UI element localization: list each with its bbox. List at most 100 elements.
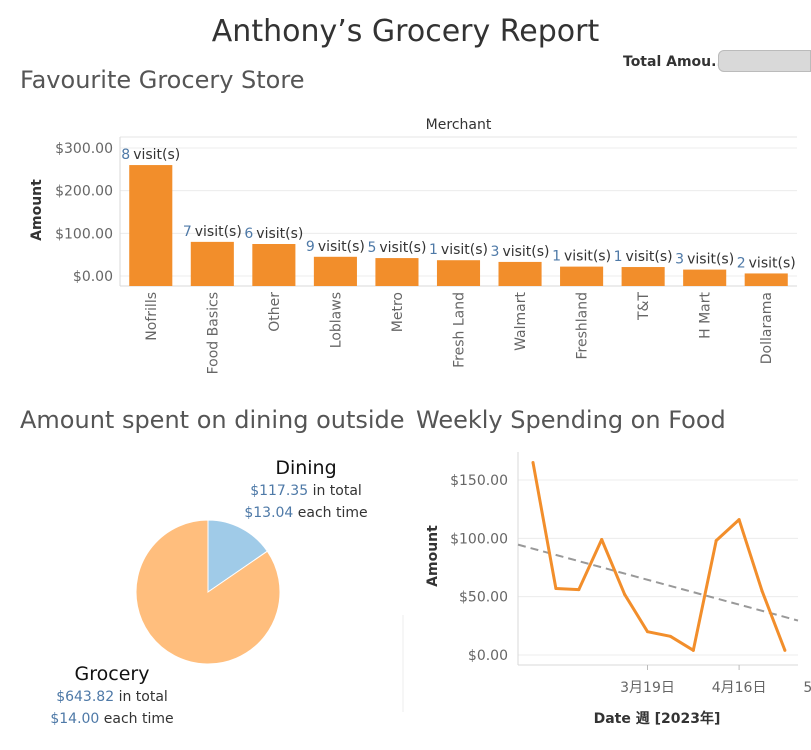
x-tick-label: Dollarama [759, 292, 775, 364]
data-point [600, 538, 604, 541]
visit-suffix: visit(s) [133, 147, 180, 163]
y-tick-label: $300.00 [55, 141, 113, 157]
x-tick-label: Food Basics [205, 292, 221, 374]
y-tick-label: $100.00 [55, 226, 113, 242]
grocery-name: Grocery [74, 663, 150, 685]
bar [252, 244, 296, 286]
data-point [737, 518, 741, 522]
bar [560, 266, 604, 286]
data-point [714, 539, 718, 543]
grocery-each-suffix: each time [103, 711, 174, 727]
weekly-spending-line [531, 462, 787, 652]
grocery-each-value: $14.00 [50, 711, 100, 727]
bar [744, 273, 788, 286]
data-point [783, 648, 787, 652]
y-tick-label: $150.00 [450, 473, 508, 489]
dining-name: Dining [275, 457, 337, 479]
visit-suffix: visit(s) [256, 226, 303, 242]
bar-data-label: 6 visit(s) [244, 226, 303, 242]
visit-suffix: visit(s) [379, 240, 426, 256]
y-tick-label: $0.00 [468, 648, 508, 664]
bar-data-label: 1 visit(s) [614, 249, 673, 265]
visit-count: 6 [244, 226, 253, 242]
y-axis-title: Amount [425, 525, 441, 587]
visit-count: 1 [429, 242, 438, 258]
dining-section-title: Amount spent on dining outside [20, 406, 405, 434]
data-point [668, 634, 672, 638]
y-tick-label: $100.00 [450, 531, 508, 547]
dining-total-suffix: in total [312, 483, 362, 499]
x-tick-label: Freshland [575, 292, 591, 360]
bar-data-label: 1 visit(s) [429, 242, 488, 258]
bar-data-label: 1 visit(s) [552, 249, 611, 265]
dining-total-value: $117.35 [250, 483, 309, 499]
y-tick-label: $200.00 [55, 184, 113, 200]
visit-count: 3 [491, 244, 500, 260]
bar [190, 241, 234, 286]
visit-count: 2 [737, 255, 746, 271]
dining-each-value: $13.04 [244, 505, 294, 521]
data-point [623, 592, 627, 596]
data-point [577, 588, 581, 592]
bar-data-label: 7 visit(s) [183, 224, 242, 240]
grocery-label-block: Grocery $643.82 in total $14.00 each tim… [32, 663, 192, 727]
visit-count: 7 [183, 224, 192, 240]
bar [498, 261, 542, 286]
visit-count: 5 [367, 240, 376, 256]
visit-suffix: visit(s) [318, 239, 365, 255]
data-point [646, 630, 649, 634]
bar [129, 165, 173, 286]
dining-each-suffix: each time [297, 505, 368, 521]
x-tick-label: 5月14日 [803, 680, 811, 696]
data-point [760, 589, 764, 593]
bar [436, 260, 481, 286]
trend-line [517, 543, 799, 622]
y-tick-label: $0.00 [73, 269, 113, 285]
visit-suffix: visit(s) [195, 224, 242, 240]
visit-count: 1 [614, 249, 623, 265]
visit-suffix: visit(s) [626, 249, 673, 265]
visit-suffix: visit(s) [749, 255, 796, 271]
x-tick-label: Metro [390, 292, 406, 332]
pie-slice-dining [207, 519, 269, 593]
weekly-section-title: Weekly Spending on Food [416, 406, 726, 434]
merchant-column-header: Merchant [426, 117, 492, 133]
grocery-total-suffix: in total [118, 689, 168, 705]
visit-suffix: visit(s) [502, 244, 549, 260]
x-tick-label: Loblaws [328, 292, 344, 348]
x-tick-label: Fresh Land [452, 292, 468, 368]
bar-data-label: 3 visit(s) [675, 252, 734, 268]
x-tick-label: Walmart [513, 292, 529, 351]
visit-count: 8 [121, 147, 130, 163]
bar [375, 258, 419, 286]
x-tick-label: 4月16日 [712, 680, 767, 696]
data-point [691, 648, 695, 652]
bar-data-label: 5 visit(s) [367, 240, 426, 256]
visit-suffix: visit(s) [441, 242, 488, 258]
grocery-total-value: $643.82 [56, 689, 115, 705]
y-tick-label: $50.00 [459, 590, 508, 606]
bar [683, 269, 727, 286]
bar [313, 256, 357, 286]
x-tick-label: Other [267, 292, 283, 332]
bar-data-label: 2 visit(s) [737, 255, 796, 271]
pie-slice-grocery [135, 519, 281, 665]
bar-data-label: 9 visit(s) [306, 239, 365, 255]
visit-count: 9 [306, 239, 315, 255]
dining-label-block: Dining $117.35 in total $13.04 each time [226, 457, 386, 521]
x-tick-label: T&T [636, 292, 652, 321]
x-tick-label: Nofrills [144, 292, 160, 341]
data-point [531, 461, 535, 464]
data-point [554, 587, 558, 590]
x-tick-label: H Mart [698, 291, 714, 338]
bar-data-label: 8 visit(s) [121, 147, 180, 163]
bar-data-label: 3 visit(s) [491, 244, 550, 260]
bar [621, 267, 665, 286]
x-axis-title: Date 週 [2023年] [594, 710, 721, 727]
visit-count: 1 [552, 249, 561, 265]
visit-suffix: visit(s) [564, 249, 611, 265]
grocery-store-bar-chart: Merchant $0.00 $100.00 $200.00 $300.00 Amount… [29, 117, 797, 374]
visit-suffix: visit(s) [687, 252, 734, 268]
y-axis-title: Amount [29, 179, 45, 241]
visit-count: 3 [675, 252, 684, 268]
